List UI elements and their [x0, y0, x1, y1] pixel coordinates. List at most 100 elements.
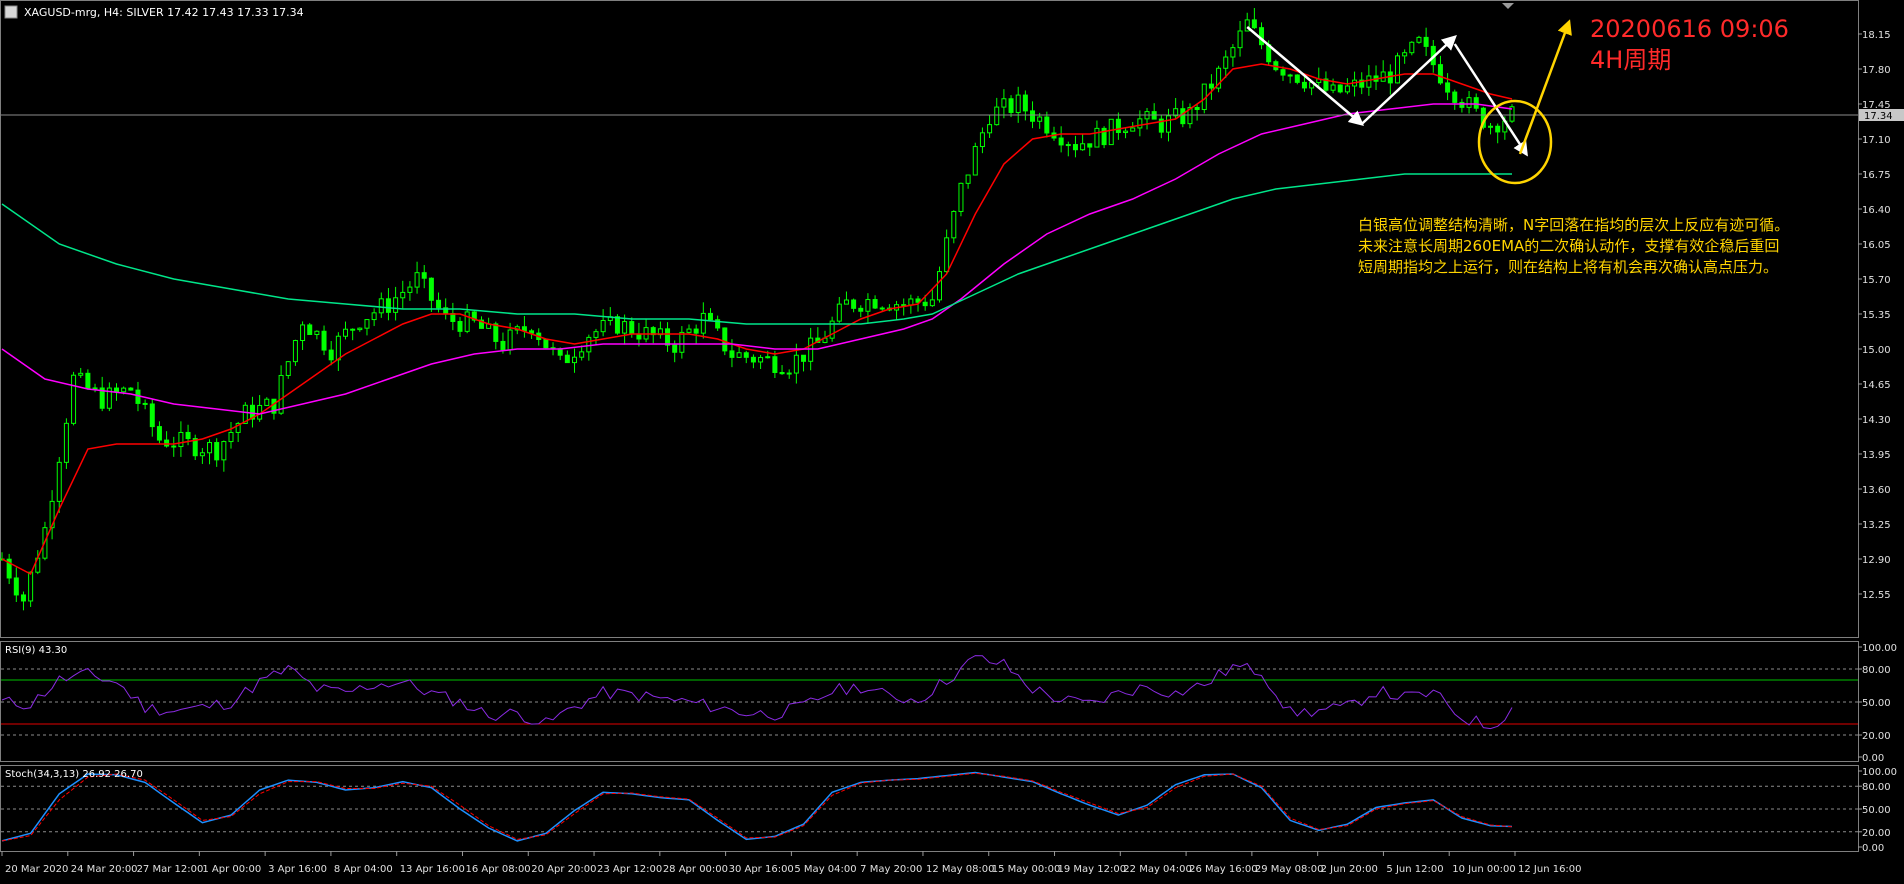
time-tick-label: 5 May 04:00: [794, 864, 856, 875]
candle-body: [958, 182, 964, 212]
candle-body: [493, 323, 499, 342]
candle-body: [20, 594, 26, 602]
candle-body: [1230, 47, 1236, 58]
candle-body: [178, 431, 184, 448]
price-tick-label: 15.35: [1862, 310, 1891, 321]
candle-body: [285, 361, 291, 376]
candle-body: [1137, 118, 1143, 129]
time-tick-label: 7 May 20:00: [860, 864, 922, 875]
candle-body: [357, 327, 363, 331]
candle-body: [944, 237, 950, 273]
time-tick-label: 1 Apr 00:00: [202, 864, 261, 875]
candle-body: [185, 431, 191, 440]
annotation-note-line3: 短周期指均之上运行，则在结构上将有机会再次确认高点压力。: [1358, 258, 1779, 276]
candle-body: [936, 271, 942, 301]
candle-body: [1380, 71, 1386, 82]
time-tick-label: 3 Apr 16:00: [268, 864, 327, 875]
window-menu-icon[interactable]: [4, 5, 18, 19]
price-tick-label: 13.60: [1862, 485, 1891, 496]
candle-body: [729, 350, 735, 358]
candle-body: [1022, 94, 1028, 112]
candle-body: [457, 320, 463, 332]
time-tick-label: 28 Apr 00:00: [663, 864, 728, 875]
candle-body: [500, 340, 506, 351]
candle-body: [1180, 108, 1186, 125]
candle-body: [1337, 84, 1343, 93]
candle-body: [836, 303, 842, 322]
candle-body: [951, 210, 957, 239]
candle-body: [128, 387, 134, 391]
candle-body: [972, 146, 978, 176]
candle-body: [142, 402, 148, 405]
time-tick-label: 22 May 04:00: [1123, 864, 1192, 875]
candle-body: [149, 403, 155, 428]
candle-body: [385, 298, 391, 313]
candle-body: [686, 328, 692, 333]
candle-body: [1251, 19, 1257, 29]
stoch-label: Stoch(34,3,13) 26.92 26.70: [5, 769, 143, 780]
price-tick-label: 16.75: [1862, 170, 1891, 181]
candle-body: [1072, 144, 1078, 151]
price-tick-label: 13.25: [1862, 520, 1891, 531]
candle-body: [28, 571, 34, 602]
time-tick-label: 27 Mar 12:00: [137, 864, 204, 875]
osc-tick-label: 80.00: [1862, 665, 1891, 676]
time-tick-label: 2 Jun 20:00: [1321, 864, 1378, 875]
candle-body: [922, 301, 928, 307]
candle-body: [879, 307, 885, 310]
candle-body: [1237, 30, 1243, 49]
candle-body: [1394, 55, 1400, 84]
candle-body: [765, 356, 771, 359]
time-tick-label: 20 Mar 2020: [5, 864, 68, 875]
candle-body: [114, 387, 120, 393]
time-tick-label: 30 Apr 16:00: [729, 864, 794, 875]
candle-body: [908, 298, 914, 306]
annotation-note-line2: 未来注意长周期260EMA的二次确认动作，支撑有效企稳后重回: [1358, 237, 1780, 255]
candle-body: [793, 354, 799, 374]
time-tick-label: 26 May 16:00: [1189, 864, 1258, 875]
candle-body: [13, 577, 19, 596]
candle-body: [371, 312, 377, 321]
candle-body: [994, 106, 1000, 126]
candle-body: [872, 299, 878, 309]
candle-body: [1445, 82, 1451, 93]
candle-body: [421, 272, 427, 279]
candle-body: [378, 298, 384, 314]
candle-body: [843, 299, 849, 305]
rsi-label: RSI(9) 43.30: [5, 645, 67, 656]
candle-body: [171, 445, 177, 448]
symbol-header-text: XAGUSD-mrg, H4: SILVER 17.42 17.43 17.33…: [24, 6, 304, 19]
candle-body: [1294, 74, 1300, 83]
candle-body: [987, 124, 993, 134]
candle-body: [707, 312, 713, 321]
candle-body: [1058, 137, 1064, 146]
candle-body: [1001, 98, 1007, 108]
candle-body: [1108, 118, 1114, 146]
annotation-title-line1: 20200616 09:06: [1590, 15, 1789, 43]
annotation-note: 白银高位调整结构清晰，N字回落在指均的层次上反应有迹可循。 未来注意长周期260…: [1358, 215, 1818, 278]
candle-body: [665, 328, 671, 346]
candle-body: [214, 442, 220, 461]
candle-body: [693, 328, 699, 334]
candle-body: [1301, 81, 1307, 89]
candle-body: [1123, 130, 1129, 134]
candle-body: [71, 374, 77, 424]
candle-body: [1409, 41, 1415, 54]
candle-body: [1437, 64, 1443, 84]
time-tick-label: 23 Apr 12:00: [597, 864, 662, 875]
candle-body: [965, 174, 971, 184]
time-tick-label: 24 Mar 20:00: [71, 864, 138, 875]
candle-body: [772, 356, 778, 373]
candle-body: [1165, 115, 1171, 133]
candle-body: [92, 387, 98, 390]
time-tick-label: 20 Apr 20:00: [531, 864, 596, 875]
candle-body: [614, 316, 620, 334]
price-tick-label: 15.00: [1862, 345, 1891, 356]
candle-body: [1330, 84, 1336, 91]
candle-body: [428, 277, 434, 301]
osc-tick-label: 0.00: [1862, 843, 1884, 854]
candle-body: [335, 335, 341, 361]
candle-body: [1094, 127, 1100, 148]
candle-body: [1087, 143, 1093, 148]
candle-body: [1080, 143, 1086, 151]
